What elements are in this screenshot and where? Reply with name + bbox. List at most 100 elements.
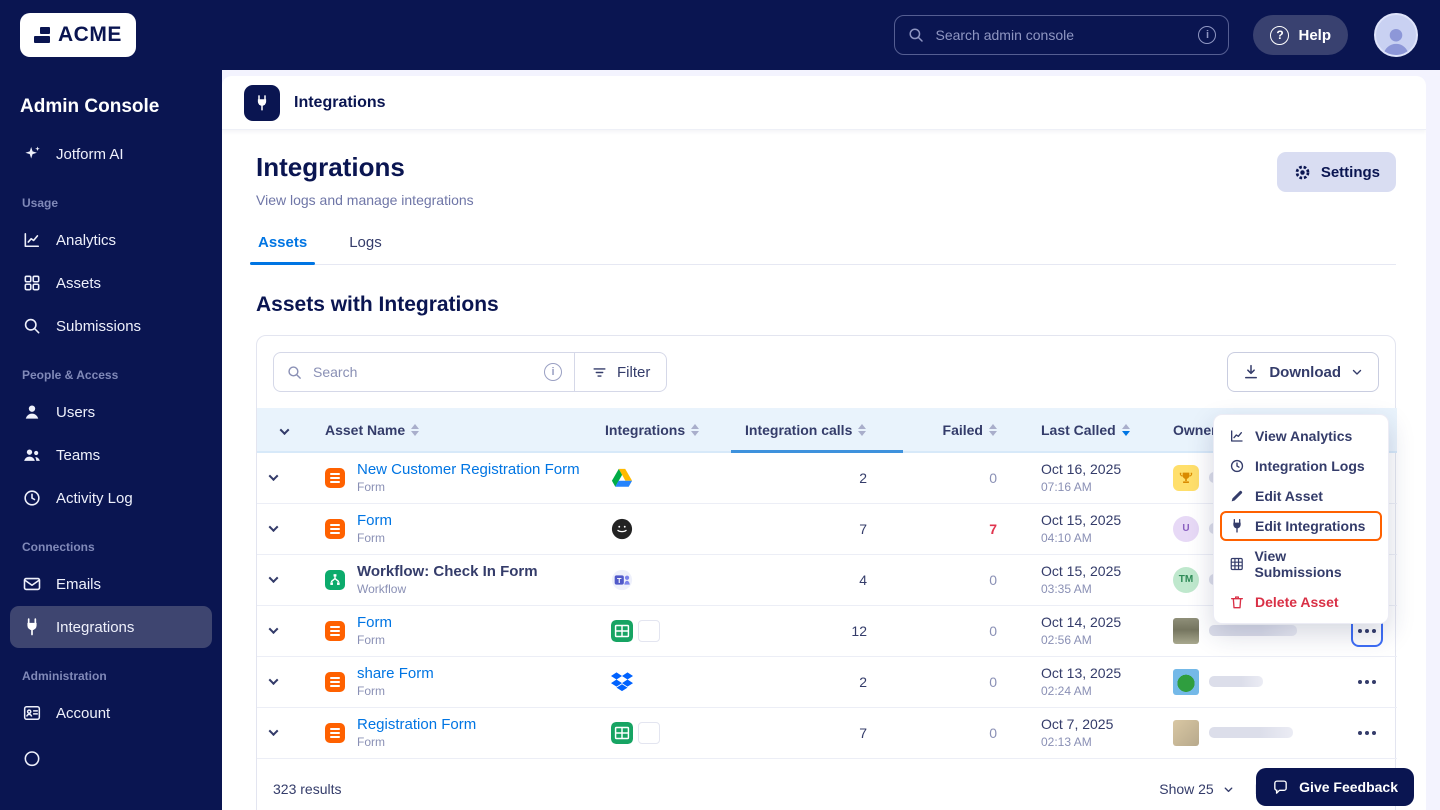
page-subtitle: View logs and manage integrations — [256, 192, 474, 208]
microsoft-teams-icon: T — [611, 569, 633, 591]
last-called-date: Oct 15, 2025 — [1041, 512, 1159, 528]
results-count: 323 results — [273, 781, 341, 797]
menu-item-integration-logs[interactable]: Integration Logs — [1220, 451, 1382, 481]
sidebar-item-partial[interactable] — [10, 736, 212, 778]
sort-icon[interactable] — [411, 424, 419, 436]
mailchimp-icon — [611, 518, 633, 540]
users-icon — [22, 445, 42, 465]
expand-row-button[interactable] — [257, 462, 289, 494]
failed-value: 0 — [903, 656, 1027, 707]
sidebar-item-activity-log[interactable]: Activity Log — [10, 477, 212, 519]
grid-table-icon — [1229, 556, 1244, 572]
admin-search[interactable]: i — [894, 15, 1229, 55]
sidebar-item-integrations[interactable]: Integrations — [10, 606, 212, 648]
download-label: Download — [1269, 364, 1341, 381]
sidebar-item-analytics[interactable]: Analytics — [10, 219, 212, 261]
chevron-down-icon — [1222, 783, 1235, 796]
sidebar: Admin Console Jotform AI Usage Analytics… — [0, 70, 222, 810]
column-header-integrations[interactable]: Integrations — [597, 408, 731, 452]
expand-row-button[interactable] — [257, 717, 289, 749]
expand-row-button[interactable] — [257, 666, 289, 698]
column-header-last-called[interactable]: Last Called — [1027, 408, 1159, 452]
workflow-icon — [325, 570, 345, 590]
last-called-date: Oct 7, 2025 — [1041, 716, 1159, 732]
help-label: Help — [1298, 27, 1331, 44]
speech-bubble-icon — [1272, 779, 1289, 796]
tab-assets[interactable]: Assets — [256, 234, 309, 264]
failed-value: 7 — [903, 503, 1027, 554]
table-search-input[interactable] — [313, 364, 534, 380]
header-expand-all[interactable] — [257, 408, 311, 452]
failed-value: 0 — [903, 452, 1027, 503]
owner-avatar-trophy — [1173, 465, 1199, 491]
sidebar-item-submissions[interactable]: Submissions — [10, 305, 212, 347]
sidebar-item-account[interactable]: Account — [10, 692, 212, 734]
expand-row-button[interactable] — [257, 564, 289, 596]
asset-type: Form — [357, 633, 385, 647]
pencil-icon — [1229, 488, 1245, 504]
sidebar-item-users[interactable]: Users — [10, 391, 212, 433]
plug-icon — [22, 617, 42, 637]
circle-icon — [22, 747, 42, 767]
user-icon — [22, 402, 42, 422]
chevron-down-icon — [1350, 365, 1364, 379]
owner-avatar-initials: U — [1173, 516, 1199, 542]
acme-logo[interactable]: ACME — [20, 13, 136, 57]
integration-calls-value: 7 — [731, 707, 903, 758]
expand-row-button[interactable] — [257, 513, 289, 545]
envelope-icon — [22, 574, 42, 594]
menu-item-edit-integrations[interactable]: Edit Integrations — [1220, 511, 1382, 541]
table-search[interactable]: i — [273, 352, 575, 392]
info-icon[interactable]: i — [544, 363, 562, 381]
info-icon[interactable]: i — [1198, 26, 1216, 44]
filter-button[interactable]: Filter — [575, 352, 667, 392]
sort-icon[interactable] — [691, 424, 699, 436]
integration-calls-value: 12 — [731, 605, 903, 656]
microsoft-icon — [638, 620, 660, 642]
menu-item-edit-asset[interactable]: Edit Asset — [1220, 481, 1382, 511]
admin-search-input[interactable] — [935, 27, 1188, 43]
sidebar-title: Admin Console — [10, 86, 212, 132]
clock-icon — [1229, 458, 1245, 474]
row-actions-button[interactable] — [1351, 666, 1383, 698]
grid-icon — [22, 273, 42, 293]
menu-item-delete-asset[interactable]: Delete Asset — [1220, 587, 1382, 617]
asset-name-link[interactable]: New Customer Registration Form — [357, 461, 580, 478]
asset-name-link[interactable]: Form — [357, 512, 392, 529]
column-header-asset-name[interactable]: Asset Name — [311, 408, 597, 452]
help-button[interactable]: ? Help — [1253, 15, 1348, 55]
sidebar-item-assets[interactable]: Assets — [10, 262, 212, 304]
give-feedback-button[interactable]: Give Feedback — [1256, 768, 1414, 806]
last-called-time: 02:56 AM — [1041, 633, 1159, 647]
sidebar-item-teams[interactable]: Teams — [10, 434, 212, 476]
asset-name-link[interactable]: Workflow: Check In Form — [357, 563, 538, 580]
sort-icon-active[interactable] — [1122, 424, 1130, 436]
user-avatar[interactable] — [1374, 13, 1418, 57]
tabs: Assets Logs — [256, 234, 1396, 265]
expand-row-button[interactable] — [257, 615, 289, 647]
column-header-failed[interactable]: Failed — [903, 408, 1027, 452]
tab-logs[interactable]: Logs — [347, 234, 384, 264]
row-actions-button[interactable] — [1351, 717, 1383, 749]
chart-line-icon — [22, 230, 42, 250]
sort-icon[interactable] — [989, 424, 997, 436]
failed-value: 0 — [903, 605, 1027, 656]
owner-name-redacted — [1209, 676, 1263, 687]
asset-name-link[interactable]: Form — [357, 614, 392, 631]
sort-icon[interactable] — [858, 424, 866, 436]
last-called-date: Oct 13, 2025 — [1041, 665, 1159, 681]
settings-button[interactable]: Settings — [1277, 152, 1396, 192]
sidebar-item-jotform-ai[interactable]: Jotform AI — [10, 133, 212, 175]
asset-name-link[interactable]: share Form — [357, 665, 434, 682]
owner-avatar-photo — [1173, 669, 1199, 695]
last-called-time: 03:35 AM — [1041, 582, 1159, 596]
download-button[interactable]: Download — [1227, 352, 1379, 392]
page-size-select[interactable]: Show 25 — [1159, 781, 1234, 797]
menu-item-view-analytics[interactable]: View Analytics — [1220, 421, 1382, 451]
asset-name-link[interactable]: Registration Form — [357, 716, 476, 733]
menu-item-view-submissions[interactable]: View Submissions — [1220, 541, 1382, 587]
column-header-integration-calls[interactable]: Integration calls — [731, 408, 903, 452]
plug-icon — [1229, 518, 1245, 534]
sidebar-item-emails[interactable]: Emails — [10, 563, 212, 605]
owner-avatar-photo — [1173, 618, 1199, 644]
